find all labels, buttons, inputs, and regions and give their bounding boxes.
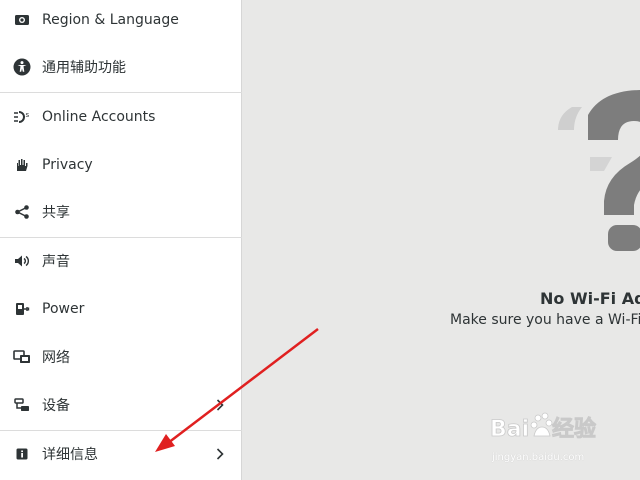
privacy-hand-icon — [13, 156, 31, 174]
speaker-icon — [13, 252, 31, 270]
sidebar-item-privacy[interactable]: Privacy — [0, 141, 242, 189]
network-icon — [13, 348, 31, 366]
sidebar-item-label: Region & Language — [42, 12, 179, 28]
sidebar-item-label: 共享 — [42, 205, 70, 221]
sidebar-item-label: Power — [42, 301, 85, 317]
sidebar-item-label: 设备 — [42, 398, 70, 414]
sidebar-item-label: Online Accounts — [42, 109, 156, 125]
online-accounts-icon: s — [13, 108, 31, 126]
region-language-icon — [13, 11, 31, 29]
svg-text:s: s — [26, 111, 30, 119]
sidebar-item-sharing[interactable]: 共享 — [0, 188, 242, 236]
sidebar-item-devices[interactable]: 设备 — [0, 381, 242, 429]
sidebar-item-sound[interactable]: 声音 — [0, 237, 242, 285]
sidebar-item-label: Privacy — [42, 157, 93, 173]
sidebar-item-label: 声音 — [42, 254, 70, 270]
accessibility-icon — [13, 58, 31, 76]
wifi-panel: No Wi-Fi Ada Make sure you have a Wi-Fi … — [242, 0, 640, 480]
chevron-right-icon — [214, 447, 226, 461]
info-icon — [13, 445, 31, 463]
question-mark-icon — [558, 90, 640, 251]
sidebar-item-details[interactable]: 详细信息 — [0, 430, 242, 478]
sidebar-item-label: 详细信息 — [42, 447, 98, 463]
sidebar-item-network[interactable]: 网络 — [0, 333, 242, 381]
settings-sidebar: Region & Language 通用辅助功能 s Online Accoun… — [0, 0, 242, 480]
sidebar-item-power[interactable]: Power — [0, 285, 242, 333]
power-plug-icon — [13, 300, 31, 318]
share-icon — [13, 203, 31, 221]
sidebar-item-online-accounts[interactable]: s Online Accounts — [0, 93, 242, 141]
no-wifi-title: No Wi-Fi Ada — [540, 289, 640, 308]
sidebar-item-label: 网络 — [42, 350, 70, 366]
devices-icon — [13, 396, 31, 414]
sidebar-item-region-language[interactable]: Region & Language — [0, 0, 242, 44]
sidebar-item-accessibility[interactable]: 通用辅助功能 — [0, 43, 242, 91]
sidebar-item-label: 通用辅助功能 — [42, 60, 126, 76]
no-wifi-message: Make sure you have a Wi-Fi ac — [450, 312, 640, 328]
chevron-right-icon — [214, 398, 226, 412]
